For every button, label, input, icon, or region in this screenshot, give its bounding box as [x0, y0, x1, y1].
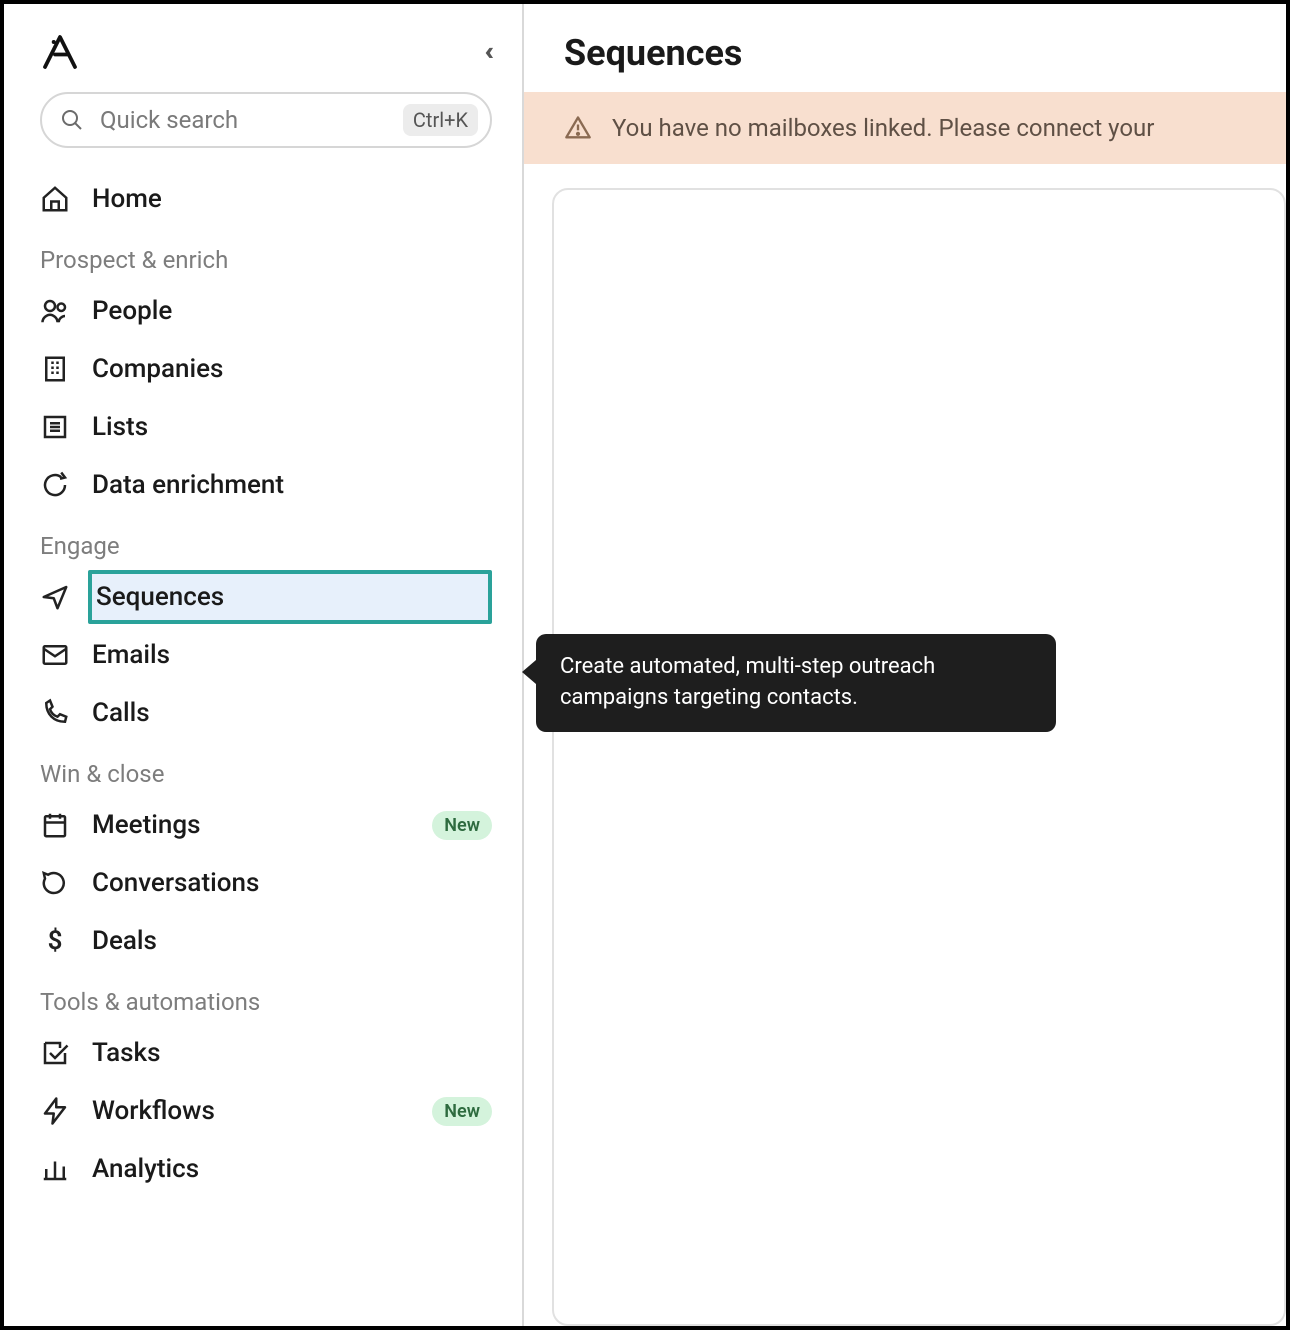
sidebar-item-workflows[interactable]: Workflows New — [40, 1082, 492, 1140]
people-icon — [40, 296, 70, 326]
sidebar-item-label: Lists — [92, 412, 492, 442]
mail-icon — [40, 640, 70, 670]
search-kbd-hint: Ctrl+K — [403, 104, 478, 136]
sidebar-item-analytics[interactable]: Analytics — [40, 1140, 492, 1198]
sidebar-item-label: Calls — [92, 698, 492, 728]
sidebar-item-label: Analytics — [92, 1154, 492, 1184]
sidebar-section-header: Prospect & enrich — [40, 246, 492, 274]
list-icon — [40, 412, 70, 442]
sidebar-item-conversations[interactable]: Conversations — [40, 854, 492, 912]
new-badge: New — [432, 811, 492, 840]
chat-icon — [40, 868, 70, 898]
logo-icon — [40, 32, 80, 72]
alert-banner: You have no mailboxes linked. Please con… — [524, 92, 1286, 164]
sidebar-item-label: Companies — [92, 354, 492, 384]
sidebar-item-label: Deals — [92, 926, 492, 956]
sidebar-item-label: Home — [92, 184, 492, 214]
sidebar-item-home[interactable]: Home — [40, 170, 492, 228]
home-icon — [40, 184, 70, 214]
sidebar-item-companies[interactable]: Companies — [40, 340, 492, 398]
sidebar-item-label: Emails — [92, 640, 492, 670]
phone-icon — [40, 698, 70, 728]
bar-chart-icon — [40, 1154, 70, 1184]
warning-icon — [564, 114, 592, 142]
sidebar-item-data-enrichment[interactable]: Data enrichment — [40, 456, 492, 514]
sidebar-item-deals[interactable]: $ Deals — [40, 912, 492, 970]
collapse-sidebar-button[interactable]: ‹‹ — [484, 37, 492, 67]
search-placeholder: Quick search — [100, 106, 403, 134]
check-icon — [40, 1038, 70, 1068]
sidebar-section-header: Tools & automations — [40, 988, 492, 1016]
sidebar-item-people[interactable]: People — [40, 282, 492, 340]
search-input[interactable]: Quick search Ctrl+K — [40, 92, 492, 148]
dollar-icon: $ — [40, 926, 70, 956]
sidebar-item-label: Data enrichment — [92, 470, 492, 500]
sidebar-item-label: Meetings — [92, 810, 410, 840]
content-panel — [552, 188, 1286, 1326]
sidebar-item-meetings[interactable]: Meetings New — [40, 796, 492, 854]
sidebar-item-label: Tasks — [92, 1038, 492, 1068]
bolt-icon — [40, 1096, 70, 1126]
sidebar-item-lists[interactable]: Lists — [40, 398, 492, 456]
sidebar-item-sequences[interactable]: Sequences — [40, 568, 492, 626]
sidebar-item-tasks[interactable]: Tasks — [40, 1024, 492, 1082]
sidebar-item-label: People — [92, 296, 492, 326]
building-icon — [40, 354, 70, 384]
sidebar-item-emails[interactable]: Emails — [40, 626, 492, 684]
alert-text: You have no mailboxes linked. Please con… — [612, 114, 1154, 142]
search-icon — [60, 108, 84, 132]
tooltip: Create automated, multi-step outreach ca… — [536, 634, 1056, 732]
sidebar-item-label: Conversations — [92, 868, 492, 898]
sidebar-item-label: Workflows — [92, 1096, 410, 1126]
page-title: Sequences — [524, 4, 1286, 92]
tooltip-text: Create automated, multi-step outreach ca… — [560, 654, 935, 710]
sidebar-item-label: Sequences — [96, 582, 488, 612]
chevron-double-left-icon: ‹‹ — [484, 37, 488, 67]
sidebar-section-header: Win & close — [40, 760, 492, 788]
send-icon — [40, 582, 70, 612]
new-badge: New — [432, 1097, 492, 1126]
sidebar: ‹‹ Quick search Ctrl+K H — [4, 4, 524, 1326]
sidebar-item-calls[interactable]: Calls — [40, 684, 492, 742]
refresh-icon — [40, 470, 70, 500]
sidebar-section-header: Engage — [40, 532, 492, 560]
calendar-icon — [40, 810, 70, 840]
